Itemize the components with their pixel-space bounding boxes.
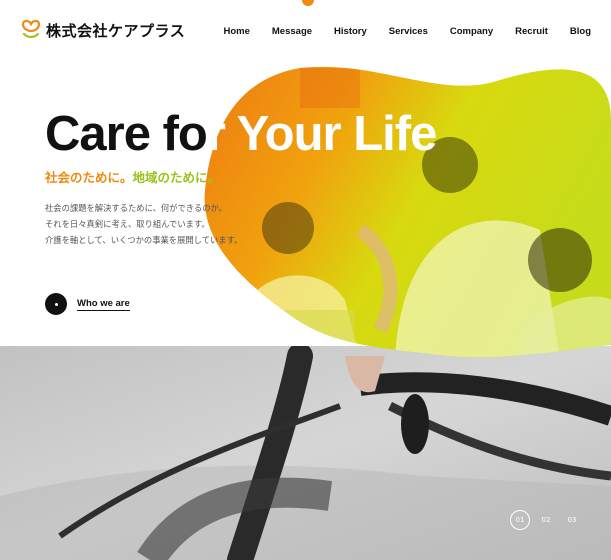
tagline-society: 社会のために。 (45, 170, 133, 185)
nav-recruit[interactable]: Recruit (515, 26, 548, 37)
hero-headline-light: r Your Life (206, 107, 438, 161)
desc-line: 社会の課題を解決するために、何ができるのか。 (45, 203, 227, 213)
who-we-are-link[interactable]: Who we are (45, 293, 130, 315)
nav-blog[interactable]: Blog (570, 26, 591, 37)
site-header: 株式会社ケアプラス Home Message History Services … (0, 0, 611, 60)
slider-page-01[interactable]: 01 (510, 510, 530, 530)
hero-headline-dark: Care fo (45, 107, 208, 161)
slider-pagination: 01 02 03 (510, 510, 582, 530)
nav-services[interactable]: Services (389, 26, 428, 37)
logo-mark-icon (21, 19, 41, 39)
tagline-community: 地域のために。 (132, 170, 221, 185)
hero-headline: Care for Your Life (45, 106, 438, 162)
slider-page-02[interactable]: 02 (536, 510, 556, 530)
desc-line: 介護を軸として、いくつかの事業を展開しています。 (45, 235, 243, 245)
hero-tagline: 社会のために。地域のために。 (45, 167, 220, 186)
nav-home[interactable]: Home (223, 26, 249, 37)
cta-arrow-icon (45, 293, 67, 315)
desc-line: それを日々真剣に考え、取り組んでいます。 (45, 219, 210, 229)
cta-label: Who we are (77, 297, 130, 311)
slider-page-03[interactable]: 03 (562, 510, 582, 530)
nav-message[interactable]: Message (272, 26, 312, 37)
hero-description: 社会の課題を解決するために、何ができるのか。 それを日々真剣に考え、取り組んでい… (45, 200, 242, 248)
brand-logo[interactable]: 株式会社ケアプラス (20, 19, 185, 41)
brand-name: 株式会社ケアプラス (46, 21, 186, 40)
main-nav: Home Message History Services Company Re… (201, 26, 591, 37)
nav-company[interactable]: Company (450, 26, 493, 37)
nav-history[interactable]: History (334, 26, 367, 37)
